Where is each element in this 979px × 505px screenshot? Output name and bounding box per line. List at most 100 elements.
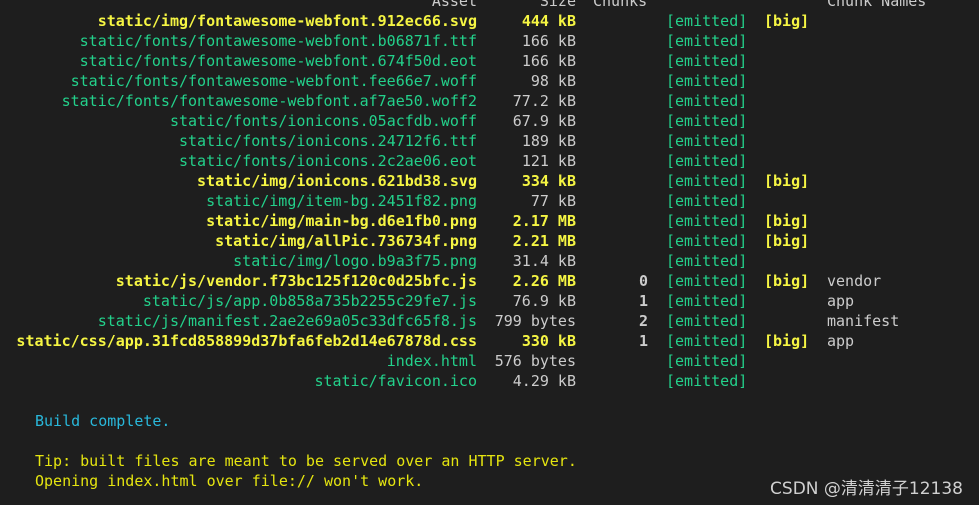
emitted-status: [emitted] [666,12,748,30]
table-row: static/img/main-bg.d6e1fb0.png 2.17 MB [em… [0,211,979,231]
asset-size: 2.21 MB [512,232,576,250]
table-row: static/img/logo.b9a3f75.png 31.4 kB [emitt… [0,251,979,271]
asset-size: 799 bytes [494,312,576,330]
asset-name: static/img/ionicons.621bd38.svg [197,172,477,190]
table-row: static/favicon.ico 4.29 kB [emitted] [0,371,979,391]
big-flag: [big] [764,12,810,30]
emitted-status: [emitted] [666,352,748,370]
big-flag: [big] [764,212,810,230]
table-row: static/img/item-bg.2451f82.png 77 kB [emit… [0,191,979,211]
asset-size: 576 bytes [494,352,576,370]
emitted-status: [emitted] [666,372,748,390]
asset-size: 31.4 kB [512,252,576,270]
asset-size: 98 kB [530,72,576,90]
table-row: static/img/allPic.736734f.png 2.21 MB [emi… [0,231,979,251]
table-row: static/fonts/ionicons.2c2ae06.eot 121 kB [… [0,151,979,171]
asset-name: static/favicon.ico [314,372,477,390]
emitted-status: [emitted] [666,132,748,150]
chunk-id: 1 [638,332,648,350]
big-flag: [big] [764,332,810,350]
table-row: static/js/manifest.2ae2e69a05c33dfc65f8.… [0,311,979,331]
warning-message: Opening index.html over file:// won't wo… [35,472,424,490]
asset-name: static/img/item-bg.2451f82.png [206,192,477,210]
emitted-status: [emitted] [666,272,748,290]
terminal-output: Asset Size Chunks Chunk Names static/img… [0,0,979,505]
emitted-status: [emitted] [666,72,748,90]
table-row: static/fonts/ionicons.05acfdb.woff 67.9 k… [0,111,979,131]
table-row: static/js/vendor.f73bc125f120c0d25bfc.js… [0,271,979,291]
chunk-name: manifest [827,312,900,330]
table-row: static/img/fontawesome-webfont.912ec66.s… [0,11,979,31]
asset-name: static/js/vendor.f73bc125f120c0d25bfc.js [115,272,477,290]
asset-name: static/img/logo.b9a3f75.png [233,252,477,270]
asset-name: static/fonts/fontawesome-webfont.fee66e7… [70,72,477,90]
asset-size: 4.29 kB [512,372,576,390]
asset-size: 166 kB [521,52,576,70]
asset-size: 330 kB [521,332,576,350]
table-row: static/js/app.0b858a735b2255c29fe7.js 76.… [0,291,979,311]
asset-name: static/img/main-bg.d6e1fb0.png [206,212,477,230]
asset-size: 76.9 kB [512,292,576,310]
chunk-id: 0 [638,272,648,290]
table-row: static/fonts/fontawesome-webfont.fee66e7… [0,71,979,91]
emitted-status: [emitted] [666,172,748,190]
build-complete-message: Build complete. [35,412,171,430]
chunk-name: vendor [827,272,882,290]
watermark: CSDN @清清清子12138 [770,479,963,499]
asset-name: static/css/app.31fcd858899d37bfa6feb2d14… [16,332,477,350]
asset-name: static/fonts/ionicons.05acfdb.woff [169,112,477,130]
emitted-status: [emitted] [666,152,748,170]
emitted-status: [emitted] [666,92,748,110]
tip-message: Tip: built files are meant to be served … [35,452,577,470]
asset-name: index.html [386,352,477,370]
big-flag: [big] [764,272,810,290]
big-flag: [big] [764,172,810,190]
chunk-name: app [827,292,855,310]
table-row: index.html 576 bytes [emitted] [0,351,979,371]
table-row: static/fonts/fontawesome-webfont.af7ae50… [0,91,979,111]
emitted-status: [emitted] [666,332,748,350]
asset-name: static/js/app.0b858a735b2255c29fe7.js [142,292,477,310]
asset-size: 77.2 kB [512,92,576,110]
emitted-status: [emitted] [666,312,748,330]
big-flag: [big] [764,232,810,250]
asset-name: static/fonts/fontawesome-webfont.af7ae50… [61,92,477,110]
asset-size: 77 kB [530,192,576,210]
header-size: Size [539,0,576,10]
header-chunk-names: Chunk Names [827,0,927,10]
asset-name: static/fonts/fontawesome-webfont.b06871f… [79,32,477,50]
asset-size: 189 kB [521,132,576,150]
header-chunks: Chunks [593,0,648,10]
table-row: static/fonts/fontawesome-webfont.b06871f… [0,31,979,51]
asset-name: static/fonts/fontawesome-webfont.674f50d… [79,52,477,70]
asset-name: static/js/manifest.2ae2e69a05c33dfc65f8.… [97,312,477,330]
asset-name: static/fonts/ionicons.2c2ae06.eot [178,152,477,170]
chunk-id: 2 [638,312,648,330]
table-row: static/fonts/ionicons.24712f6.ttf 189 kB [… [0,131,979,151]
header-asset: Asset [431,0,477,10]
emitted-status: [emitted] [666,52,748,70]
asset-size: 334 kB [521,172,576,190]
asset-size: 2.26 MB [512,272,576,290]
emitted-status: [emitted] [666,232,748,250]
table-row: static/css/app.31fcd858899d37bfa6feb2d14… [0,331,979,351]
asset-name: static/img/allPic.736734f.png [215,232,477,250]
emitted-status: [emitted] [666,32,748,50]
asset-name: static/img/fontawesome-webfont.912ec66.s… [97,12,477,30]
emitted-status: [emitted] [666,252,748,270]
chunk-id: 1 [638,292,648,310]
emitted-status: [emitted] [666,112,748,130]
asset-size: 2.17 MB [512,212,576,230]
table-row: static/img/ionicons.621bd38.svg 334 kB [em… [0,171,979,191]
asset-size: 444 kB [521,12,576,30]
emitted-status: [emitted] [666,212,748,230]
asset-size: 67.9 kB [512,112,576,130]
asset-name: static/fonts/ionicons.24712f6.ttf [178,132,477,150]
table-header: Asset Size Chunks Chunk Names [0,0,979,11]
chunk-name: app [827,332,855,350]
emitted-status: [emitted] [666,192,748,210]
emitted-status: [emitted] [666,292,748,310]
asset-size: 166 kB [521,32,576,50]
asset-size: 121 kB [521,152,576,170]
table-row: static/fonts/fontawesome-webfont.674f50d… [0,51,979,71]
